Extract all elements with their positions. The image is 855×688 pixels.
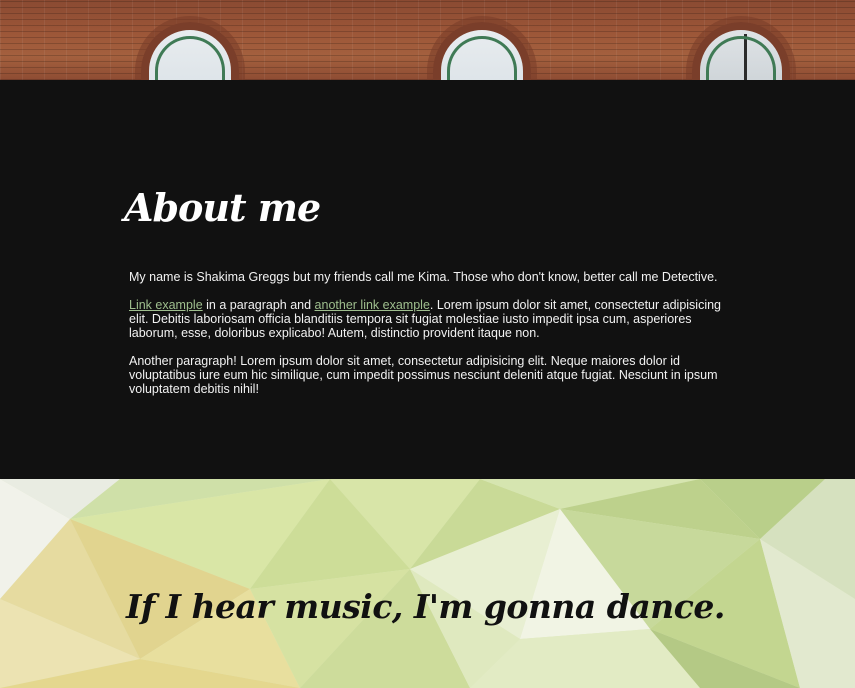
- quote-section: If I hear music, I'm gonna dance.: [0, 479, 855, 688]
- about-heading: About me: [124, 185, 321, 230]
- about-section: About me My name is Shakima Greggs but m…: [0, 80, 855, 479]
- header-banner-image: [0, 0, 855, 80]
- arched-window: [141, 22, 239, 80]
- quote-text: If I hear music, I'm gonna dance.: [126, 587, 725, 626]
- low-poly-background: [0, 479, 855, 688]
- paragraph-text: in a paragraph and: [202, 298, 315, 312]
- about-intro: My name is Shakima Greggs but my friends…: [129, 270, 718, 284]
- about-content: My name is Shakima Greggs but my friends…: [129, 270, 729, 410]
- about-paragraph-another: Another paragraph! Lorem ipsum dolor sit…: [129, 354, 718, 396]
- arched-window: [692, 22, 790, 80]
- another-link-example[interactable]: another link example: [315, 298, 430, 312]
- link-example[interactable]: Link example: [129, 298, 203, 312]
- arched-window: [433, 22, 531, 80]
- about-paragraph-links: Link example in a paragraph and another …: [129, 298, 729, 340]
